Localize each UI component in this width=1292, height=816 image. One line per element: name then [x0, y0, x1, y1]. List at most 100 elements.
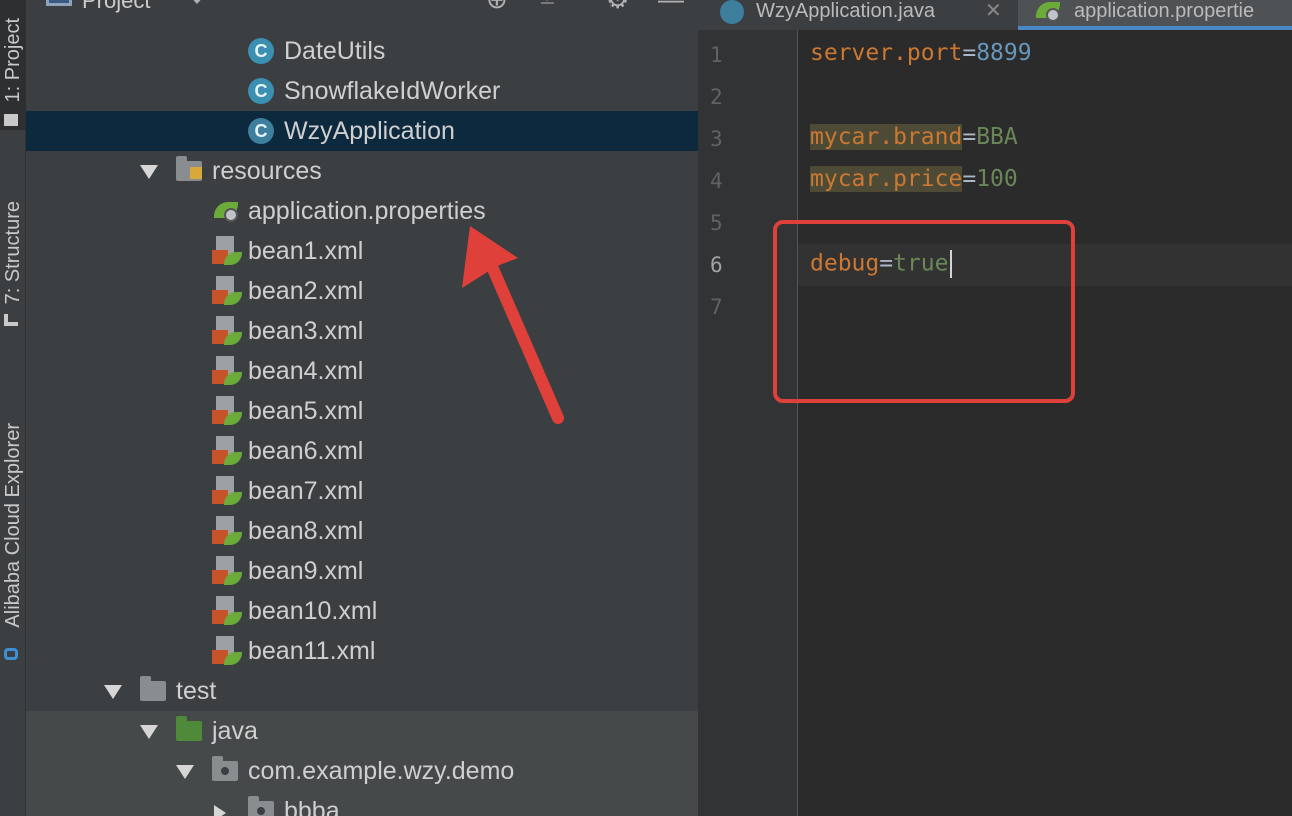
spring-xml-icon — [212, 596, 242, 626]
structure-tool-tab[interactable]: 7: Structure — [0, 170, 26, 335]
close-icon[interactable]: ✕ — [985, 0, 1002, 23]
collapse-all-icon[interactable]: ⩡ — [540, 0, 555, 12]
tree-item-label: bean7.xml — [248, 477, 364, 505]
folder-icon — [140, 676, 166, 701]
tree-item-bean3-xml[interactable]: bean3.xml — [26, 311, 698, 351]
line-number: 4 — [710, 169, 723, 193]
line-number: 6 — [710, 253, 723, 277]
line-number: 2 — [710, 85, 723, 109]
property-value: 8899 — [976, 40, 1032, 66]
tree-item-bean7-xml[interactable]: bean7.xml — [26, 471, 698, 511]
tree-item-label: bbba — [284, 797, 340, 816]
tree-item-label: bean8.xml — [248, 517, 364, 545]
tree-item-label: bean1.xml — [248, 237, 364, 265]
alibaba-cloud-tool-tab-label: Alibaba Cloud Explorer — [1, 422, 24, 628]
project-panel-title[interactable]: Project — [82, 0, 150, 14]
spring-xml-icon — [212, 276, 242, 306]
tree-item-bean1-xml[interactable]: bean1.xml — [26, 231, 698, 271]
tab-application-properties[interactable]: application.propertie — [1018, 0, 1292, 30]
property-value: BBA — [976, 124, 1018, 150]
tree-item-label: bean3.xml — [248, 317, 364, 345]
alibaba-cloud-tool-tab[interactable]: Alibaba Cloud Explorer — [0, 380, 26, 670]
expand-arrow-icon[interactable] — [140, 165, 158, 179]
alibaba-cloud-icon — [4, 648, 18, 660]
tab-label: application.propertie — [1074, 0, 1255, 22]
tree-item-label: com.example.wzy.demo — [248, 757, 515, 785]
spring-boot-class-icon — [720, 0, 744, 24]
tree-item-bean11-xml[interactable]: bean11.xml — [26, 631, 698, 671]
expand-arrow-icon[interactable] — [104, 685, 122, 699]
project-tool-tab-label: 1: Project — [1, 17, 24, 103]
gear-icon[interactable]: ⚙ — [606, 0, 629, 12]
expand-arrow-icon[interactable] — [140, 725, 158, 739]
spring-xml-icon — [212, 556, 242, 586]
line-number: 1 — [710, 43, 723, 67]
spring-xml-icon — [212, 236, 242, 266]
editor: WzyApplication.java ✕ application.proper… — [698, 0, 1292, 816]
tree-item-label: DateUtils — [284, 37, 386, 65]
tree-item-label: application.properties — [248, 197, 486, 225]
spring-xml-icon — [212, 636, 242, 666]
expand-arrow-icon[interactable] — [176, 765, 194, 779]
collapse-arrow-icon[interactable] — [214, 805, 226, 816]
tree-item-label: java — [212, 717, 258, 745]
line-number-gutter: 1 2 3 4 5 6 7 — [698, 30, 798, 816]
package-icon — [212, 756, 238, 781]
tree-item-label: resources — [212, 157, 322, 185]
tree-item-application-properties[interactable]: application.properties — [26, 191, 698, 231]
tree-item-date-utils[interactable]: C DateUtils — [26, 31, 698, 71]
spring-boot-class-icon: C — [248, 118, 274, 144]
structure-tool-tab-label: 7: Structure — [1, 200, 24, 305]
project-panel: Project ⊕ ⩡ ⚙ — C DateUtils C SnowflakeI… — [26, 0, 698, 816]
project-tool-tab[interactable]: 1: Project — [0, 0, 26, 130]
spring-xml-icon — [212, 476, 242, 506]
tab-label: WzyApplication.java — [756, 0, 935, 22]
locate-icon[interactable]: ⊕ — [486, 0, 508, 12]
property-key: mycar.price — [810, 166, 963, 192]
tree-item-test[interactable]: test — [26, 671, 698, 711]
package-icon — [248, 796, 274, 816]
spring-xml-icon — [212, 356, 242, 386]
tree-item-label: SnowflakeIdWorker — [284, 77, 501, 105]
tree-item-label: bean4.xml — [248, 357, 364, 385]
tree-item-bean8-xml[interactable]: bean8.xml — [26, 511, 698, 551]
code-line[interactable]: server.port=8899 — [810, 40, 1032, 66]
spring-properties-icon — [1036, 0, 1062, 22]
annotation-highlight-box — [773, 220, 1075, 403]
line-number: 7 — [710, 295, 723, 319]
spring-xml-icon — [212, 436, 242, 466]
resources-folder-icon — [176, 156, 202, 181]
tree-item-resources[interactable]: resources — [26, 151, 698, 191]
tree-item-subpackage[interactable]: bbba — [26, 791, 698, 816]
tree-item-label: bean6.xml — [248, 437, 364, 465]
chevron-down-icon[interactable] — [188, 0, 206, 4]
tree-item-bean4-xml[interactable]: bean4.xml — [26, 351, 698, 391]
minimize-icon[interactable]: — — [658, 0, 684, 12]
line-number: 5 — [710, 211, 723, 235]
folder-icon — [4, 114, 18, 126]
line-number: 3 — [710, 127, 723, 151]
tree-item-bean2-xml[interactable]: bean2.xml — [26, 271, 698, 311]
structure-icon — [4, 314, 18, 326]
tree-item-snowflake-id-worker[interactable]: C SnowflakeIdWorker — [26, 71, 698, 111]
tree-item-test-java[interactable]: java — [26, 711, 698, 751]
tree-item-bean9-xml[interactable]: bean9.xml — [26, 551, 698, 591]
tree-item-package[interactable]: com.example.wzy.demo — [26, 751, 698, 791]
tree-item-wzy-application[interactable]: C WzyApplication — [26, 111, 698, 151]
editor-tab-bar: WzyApplication.java ✕ application.proper… — [698, 0, 1292, 30]
tree-item-bean6-xml[interactable]: bean6.xml — [26, 431, 698, 471]
spring-xml-icon — [212, 316, 242, 346]
tree-item-label: bean10.xml — [248, 597, 378, 625]
tree-item-label: bean11.xml — [248, 637, 376, 665]
tree-item-bean10-xml[interactable]: bean10.xml — [26, 591, 698, 631]
tab-wzy-application-java[interactable]: WzyApplication.java ✕ — [698, 0, 1018, 30]
spring-xml-icon — [212, 516, 242, 546]
equals-sign: = — [962, 124, 977, 150]
tree-item-label: bean5.xml — [248, 397, 364, 425]
tree-item-bean5-xml[interactable]: bean5.xml — [26, 391, 698, 431]
test-sources-folder-icon — [176, 716, 202, 741]
java-class-icon: C — [248, 78, 274, 104]
property-key: server.port — [810, 40, 963, 66]
code-line[interactable]: mycar.price=100 — [810, 166, 1018, 192]
code-line[interactable]: mycar.brand=BBA — [810, 124, 1018, 150]
